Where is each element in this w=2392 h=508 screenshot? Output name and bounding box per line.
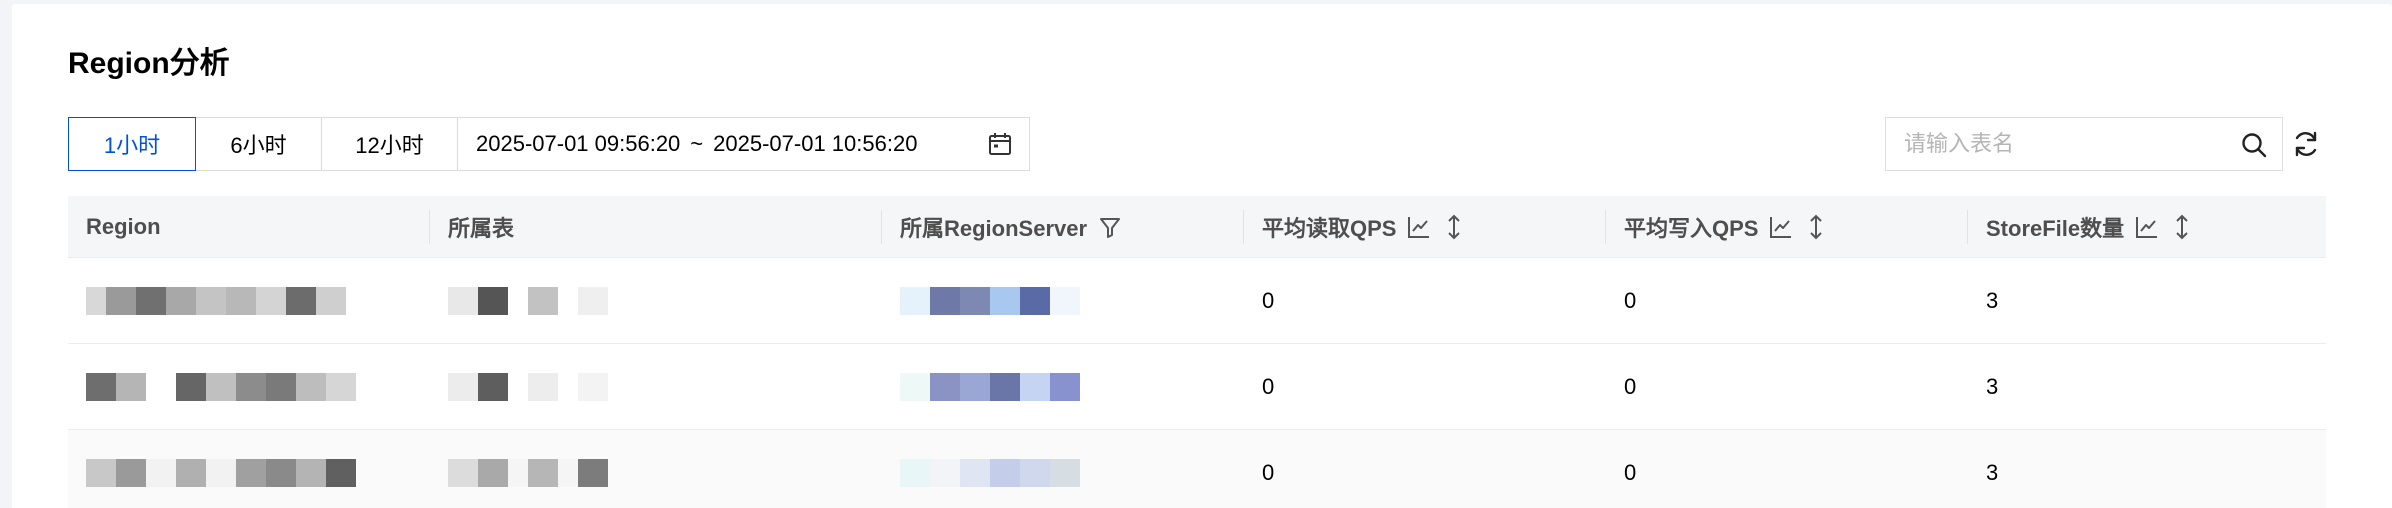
- column-label: 平均写入QPS: [1624, 215, 1759, 241]
- avg-write-qps-cell: 0: [1624, 287, 1637, 313]
- regionserver-cell: [882, 344, 1244, 430]
- column-header-storefile-count: StoreFile数量: [1968, 196, 2326, 258]
- tab-6-hours[interactable]: 6小时: [196, 117, 322, 171]
- date-range-picker[interactable]: 2025-07-01 09:56:20 ~ 2025-07-01 10:56:2…: [458, 117, 1030, 171]
- avg-read-qps-cell: 0: [1262, 373, 1275, 399]
- sort-icon[interactable]: [1808, 214, 1824, 240]
- page-title: Region分析: [68, 47, 230, 80]
- redacted-table-name: [448, 286, 608, 315]
- time-range-toolbar: 1小时 6小时 12小时 2025-07-01 09:56:20 ~ 2025-…: [68, 117, 1030, 171]
- column-label: 平均读取QPS: [1262, 215, 1397, 241]
- regionserver-cell: [882, 258, 1244, 344]
- column-header-regionserver: 所属RegionServer: [882, 196, 1244, 258]
- avg-read-qps-cell: 0: [1262, 459, 1275, 485]
- table-row: 0 0 3: [68, 344, 2326, 430]
- column-header-region: Region: [68, 196, 430, 258]
- storefile-count-cell: 3: [1986, 459, 1999, 485]
- redacted-regionserver: [900, 286, 1080, 315]
- region-table: Region 所属表 所属RegionServer 平均读取QPS 平均写入QP: [68, 196, 2326, 508]
- date-range-start: 2025-07-01 09:56:20: [476, 131, 681, 156]
- column-header-avg-write-qps: 平均写入QPS: [1606, 196, 1968, 258]
- region-cell: [68, 430, 430, 508]
- date-range-separator: ~: [690, 131, 704, 156]
- redacted-table-name: [448, 458, 608, 487]
- redacted-region-name: [86, 458, 356, 487]
- calendar-icon[interactable]: [987, 131, 1013, 157]
- table-row: 0 0 3: [68, 430, 2326, 508]
- table-search-box: [1885, 117, 2283, 171]
- trend-chart-icon[interactable]: [1406, 214, 1432, 240]
- table-name-cell: [430, 344, 882, 430]
- sort-icon[interactable]: [1446, 214, 1462, 240]
- date-range-end: 2025-07-01 10:56:20: [713, 131, 918, 156]
- storefile-count-cell: 3: [1986, 373, 1999, 399]
- table-header: Region 所属表 所属RegionServer 平均读取QPS 平均写入QP: [68, 196, 2326, 258]
- storefile-count-cell: 3: [1986, 287, 1999, 313]
- redacted-region-name: [86, 372, 356, 401]
- column-label: Region: [86, 213, 161, 239]
- filter-icon[interactable]: [1097, 214, 1123, 240]
- column-header-table: 所属表: [430, 196, 882, 258]
- column-header-avg-read-qps: 平均读取QPS: [1244, 196, 1606, 258]
- column-label: 所属RegionServer: [900, 215, 1088, 241]
- redacted-regionserver: [900, 458, 1080, 487]
- column-label: StoreFile数量: [1986, 215, 2125, 241]
- search-icon[interactable]: [2240, 131, 2268, 159]
- region-cell: [68, 258, 430, 344]
- redacted-table-name: [448, 372, 608, 401]
- redacted-regionserver: [900, 372, 1080, 401]
- avg-write-qps-cell: 0: [1624, 459, 1637, 485]
- region-cell: [68, 344, 430, 430]
- column-label: 所属表: [448, 215, 515, 241]
- redacted-region-name: [86, 286, 346, 315]
- regionserver-cell: [882, 430, 1244, 508]
- table-name-cell: [430, 430, 882, 508]
- refresh-icon[interactable]: [2291, 129, 2321, 159]
- avg-read-qps-cell: 0: [1262, 287, 1275, 313]
- tab-12-hours[interactable]: 12小时: [322, 117, 458, 171]
- table-name-cell: [430, 258, 882, 344]
- avg-write-qps-cell: 0: [1624, 373, 1637, 399]
- trend-chart-icon[interactable]: [1768, 214, 1794, 240]
- tab-1-hour[interactable]: 1小时: [68, 117, 196, 171]
- sort-icon[interactable]: [2174, 214, 2190, 240]
- table-search-input[interactable]: [1904, 131, 2224, 157]
- trend-chart-icon[interactable]: [2134, 214, 2160, 240]
- table-row: 0 0 3: [68, 258, 2326, 344]
